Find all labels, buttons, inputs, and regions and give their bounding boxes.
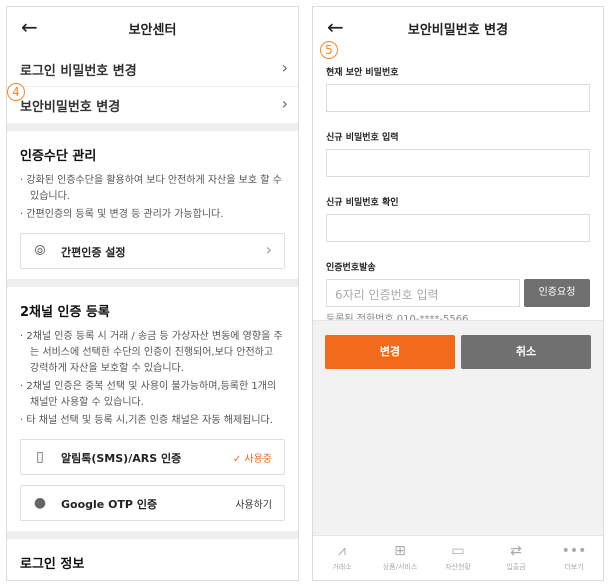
header: ← 보안비밀번호 변경 — [313, 7, 603, 51]
tab-deposit-withdraw[interactable]: ⇄ 입출금 — [487, 536, 545, 580]
transfer-icon: ⇄ — [510, 543, 522, 559]
button-label: 간편인증 설정 — [61, 246, 126, 259]
verification-code-input[interactable]: 6자리 인증번호 입력 — [326, 279, 520, 307]
divider — [7, 279, 298, 287]
chevron-right-icon: › — [281, 58, 288, 77]
page-title: 보안센터 — [128, 23, 177, 38]
login-password-change-row[interactable]: 로그인 비밀번호 변경 › — [7, 51, 298, 87]
row-label: 로그인 비밀번호 변경 — [20, 64, 137, 79]
chevron-right-icon: › — [281, 94, 288, 113]
bullet-text: · 간편인증의 등록 및 변경 등 관리가 가능합니다. — [20, 209, 224, 220]
use-action[interactable]: 사용하기 — [235, 496, 272, 511]
google-otp-icon: ● — [33, 495, 47, 511]
phone-message-icon: ▯ — [36, 449, 44, 465]
tab-label: 입출금 — [506, 563, 526, 571]
simple-auth-settings-button[interactable]: ⦾ 간편인증 설정 › — [20, 233, 285, 269]
current-password-input[interactable] — [326, 84, 590, 112]
sms-ars-auth-option[interactable]: ▯ 알림톡(SMS)/ARS 인증 ✓ 사용중 — [20, 439, 285, 475]
tab-assets[interactable]: ▭ 자산현황 — [429, 536, 487, 580]
tab-label: 더보기 — [564, 563, 584, 571]
tab-more[interactable]: ••• 더보기 — [545, 536, 603, 580]
page-title: 보안비밀번호 변경 — [407, 23, 509, 38]
option-label: Google OTP 인증 — [61, 498, 158, 511]
request-code-button[interactable]: 인증요청 — [524, 279, 590, 307]
empty-area — [313, 390, 603, 535]
confirm-password-label: 신규 비밀번호 확인 — [326, 198, 399, 208]
bullet-text: · 2채널 인증은 중복 선택 및 사용이 불가능하며,등록한 1개의 채널만 … — [20, 381, 277, 408]
divider — [7, 123, 298, 131]
verification-label: 인증번호발송 — [326, 263, 376, 273]
section-heading: 로그인 정보 — [20, 557, 85, 572]
fingerprint-icon: ⦾ — [34, 243, 46, 259]
change-security-password-panel: ← 보안비밀번호 변경 5 현재 보안 비밀번호 신규 비밀번호 입력 신규 비… — [312, 6, 604, 581]
step-badge: 5 — [320, 41, 338, 59]
verification-row: 6자리 인증번호 입력 인증요청 — [326, 279, 590, 307]
security-center-panel: ← 보안센터 로그인 비밀번호 변경 › 보안비밀번호 변경 › 4 인증수단 … — [6, 6, 299, 581]
option-label: 알림톡(SMS)/ARS 인증 — [61, 452, 182, 465]
bottom-tab-bar: ⩘ 거래소 ⊞ 상품/서비스 ▭ 자산현황 ⇄ 입출금 ••• 더보기 — [313, 535, 603, 580]
current-password-label: 현재 보안 비밀번호 — [326, 68, 399, 78]
login-info-section: 로그인 정보 — [7, 539, 298, 580]
bullet-text: · 강화된 인증수단을 활용하여 보다 안전하게 자산을 보호 할 수 있습니다… — [20, 175, 282, 202]
new-password-input[interactable] — [326, 149, 590, 177]
change-button[interactable]: 변경 — [325, 335, 455, 369]
google-otp-auth-option[interactable]: ● Google OTP 인증 사용하기 — [20, 485, 285, 521]
step-badge: 4 — [7, 83, 25, 101]
action-bar: 변경 취소 — [313, 320, 603, 390]
tab-label: 상품/서비스 — [382, 563, 418, 571]
security-password-change-row[interactable]: 보안비밀번호 변경 › 4 — [7, 83, 298, 123]
row-label: 보안비밀번호 변경 — [20, 100, 121, 115]
tab-products[interactable]: ⊞ 상품/서비스 — [371, 536, 429, 580]
more-icon: ••• — [561, 543, 587, 559]
two-channel-auth-section: 2채널 인증 등록 · 2채널 인증 등록 시 거래 / 송금 등 가상자산 변… — [7, 287, 298, 531]
auth-method-section: 인증수단 관리 · 강화된 인증수단을 활용하여 보다 안전하게 자산을 보호 … — [7, 131, 298, 279]
header: ← 보안센터 — [7, 7, 298, 51]
chevron-right-icon: › — [265, 240, 272, 259]
cancel-button[interactable]: 취소 — [461, 335, 591, 369]
bullet-text: · 2채널 인증 등록 시 거래 / 송금 등 가상자산 변동에 영향을 주는 … — [20, 331, 283, 374]
status-in-use: ✓ 사용중 — [232, 454, 272, 465]
tab-exchange[interactable]: ⩘ 거래소 — [313, 536, 371, 580]
new-password-label: 신규 비밀번호 입력 — [326, 133, 399, 143]
section-heading: 2채널 인증 등록 — [20, 305, 110, 320]
tab-label: 거래소 — [332, 563, 352, 571]
section-heading: 인증수단 관리 — [20, 149, 97, 164]
confirm-password-input[interactable] — [326, 214, 590, 242]
wallet-icon: ▭ — [451, 543, 465, 559]
divider — [7, 531, 298, 539]
grid-icon: ⊞ — [394, 543, 406, 559]
chart-icon: ⩘ — [338, 543, 346, 559]
tab-label: 자산현황 — [445, 563, 471, 571]
bullet-text: · 타 채널 선택 및 등록 시,기존 인증 채널은 자동 해제됩니다. — [20, 415, 273, 426]
